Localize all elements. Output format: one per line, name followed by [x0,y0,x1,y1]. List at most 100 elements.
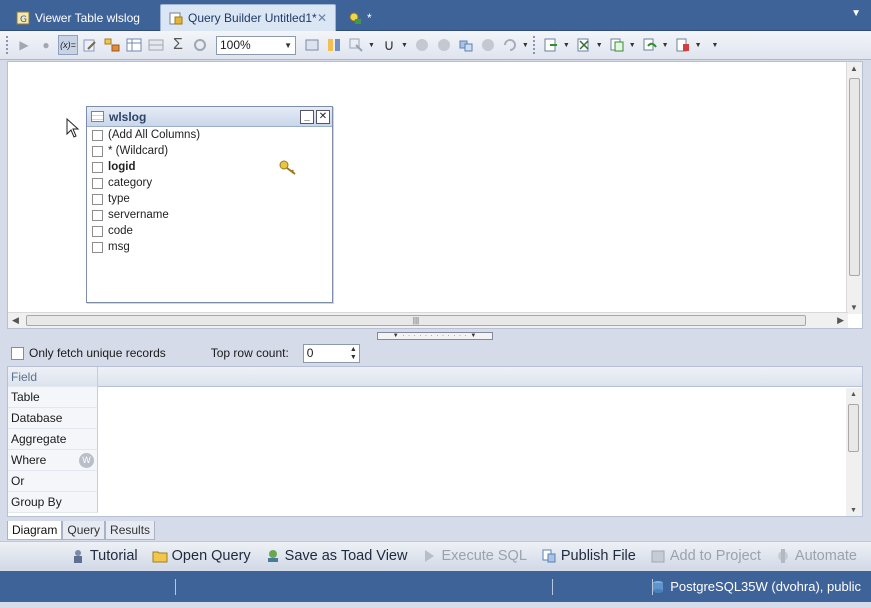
scroll-up-icon[interactable]: ▲ [850,391,857,398]
copy-icon[interactable] [607,35,627,55]
panel-splitter[interactable]: ▼ · · · · · · · · · · · · ▼ [377,332,493,340]
zoom-select[interactable]: 100% ▼ [216,35,296,55]
compare-dropdown-icon[interactable]: ▼ [662,42,669,49]
new-query-icon [348,11,362,25]
properties-icon[interactable] [302,35,322,55]
grid-row-label: Or [11,474,25,488]
table-box-header[interactable]: wlslog _ ✕ [87,107,332,127]
scroll-down-icon[interactable]: ▼ [850,303,858,312]
status-separator [552,579,553,595]
close-icon[interactable]: ✕ [317,11,327,25]
grid-row-aggregate: Aggregate [8,429,98,450]
edit-icon[interactable] [80,35,100,55]
toolbar-overflow-icon[interactable]: ▼ [712,42,719,49]
diagram-canvas[interactable]: wlslog _ ✕ (Add All Columns) * (Wildcard… [7,61,863,329]
export-icon[interactable] [541,35,561,55]
view-tabs: Diagram Query Results [7,521,156,540]
automate-button[interactable]: Automate [775,548,857,564]
export-dropdown-icon[interactable]: ▼ [563,42,570,49]
tab-viewer-table[interactable]: G Viewer Table wlslog [8,4,158,31]
column-checkbox[interactable] [92,241,103,253]
column-item[interactable]: code [87,223,332,239]
column-checkbox[interactable] [92,225,103,237]
table-layout-icon[interactable] [124,35,144,55]
criteria-grid[interactable]: Field Table Database Aggregate Where W Or… [7,366,863,517]
stop-icon[interactable]: ● [36,35,56,55]
save-as-toad-view-button[interactable]: Save as Toad View [265,547,408,564]
scroll-thumb[interactable] [849,78,860,276]
minimize-button[interactable]: _ [300,109,314,124]
variable-button[interactable]: (x)= [58,35,78,55]
run-icon[interactable]: ▶ [14,35,34,55]
copy-dropdown-icon[interactable]: ▼ [629,42,636,49]
filter-icon[interactable] [324,35,344,55]
join-dropdown-icon[interactable]: ▼ [401,42,408,49]
add-to-project-button[interactable]: Add to Project [650,548,761,564]
toolbar-grip[interactable] [6,36,10,54]
select-dropdown-icon[interactable]: ▼ [368,42,375,49]
tab-diagram[interactable]: Diagram [7,521,63,540]
scroll-thumb[interactable]: ||| [26,315,806,326]
column-checkbox[interactable] [92,161,103,173]
stepper-arrows-icon[interactable]: ▲ ▼ [350,346,357,362]
grid-icon[interactable] [146,35,166,55]
table-box-wlslog[interactable]: wlslog _ ✕ (Add All Columns) * (Wildcard… [86,106,333,303]
column-checkbox[interactable] [92,177,103,189]
scroll-down-icon[interactable]: ▼ [850,507,857,514]
tutorial-icon [73,549,82,563]
column-item[interactable]: * (Wildcard) [87,143,332,159]
connection-status[interactable]: PostgreSQL35W (dvohra), public [651,579,861,594]
union-icon[interactable] [478,35,498,55]
add-table-icon[interactable] [102,35,122,55]
save-as-toad-view-label: Save as Toad View [284,547,408,564]
import-icon[interactable] [574,35,594,55]
sum-icon[interactable]: Σ [168,35,188,55]
unique-records-checkbox[interactable] [11,346,24,360]
toolbar-grip-2[interactable] [532,36,537,54]
report-icon[interactable] [673,35,693,55]
column-checkbox[interactable] [92,129,103,141]
scroll-thumb[interactable] [848,404,859,452]
column-item[interactable]: msg [87,239,332,255]
report-dropdown-icon[interactable]: ▼ [695,42,702,49]
diagram-horizontal-scrollbar[interactable]: ◀ ||| ▶ [8,312,848,328]
compare-icon[interactable] [640,35,660,55]
column-item[interactable]: (Add All Columns) [87,127,332,143]
execute-sql-button[interactable]: Execute SQL [421,548,527,564]
tab-query[interactable]: Query [62,521,106,540]
top-row-count-value: 0 [306,346,314,360]
column-item[interactable]: type [87,191,332,207]
column-checkbox[interactable] [92,193,103,205]
diagram-vertical-scrollbar[interactable]: ▲ ▼ [846,62,862,314]
overflow-icon[interactable]: ▼ [522,42,529,49]
subquery-icon[interactable] [456,35,476,55]
join-icon[interactable]: ∪ [379,35,399,55]
column-item[interactable]: servername [87,207,332,223]
tab-list-dropdown-icon[interactable]: ▼ [851,8,861,19]
scroll-right-icon[interactable]: ▶ [837,315,844,326]
group-icon[interactable] [190,35,210,55]
refresh-icon[interactable] [500,35,520,55]
where-icon[interactable] [412,35,432,55]
tab-results[interactable]: Results [105,521,156,540]
tutorial-button[interactable]: Tutorial [70,548,138,564]
column-label: (Add All Columns) [108,129,201,141]
column-item[interactable]: category [87,175,332,191]
publish-file-button[interactable]: Publish File [541,548,636,564]
tab-query-builder[interactable]: Query Builder Untitled1* ✕ [160,4,336,31]
top-row-count-stepper[interactable]: 0 ▲ ▼ [302,343,360,363]
column-checkbox[interactable] [92,209,103,221]
chevron-down-icon: ▼ [284,40,292,50]
where-condition-icon[interactable]: W [79,453,94,468]
open-query-button[interactable]: Open Query [152,548,251,564]
select-icon[interactable] [346,35,366,55]
tab-new-query[interactable]: * [340,4,400,31]
column-label: servername [108,209,169,221]
having-icon[interactable] [434,35,454,55]
import-dropdown-icon[interactable]: ▼ [596,42,603,49]
scroll-up-icon[interactable]: ▲ [850,64,858,73]
scroll-left-icon[interactable]: ◀ [12,315,19,326]
column-checkbox[interactable] [92,145,103,157]
close-button[interactable]: ✕ [316,109,330,124]
grid-vertical-scrollbar[interactable]: ▲ ▼ [846,388,862,516]
